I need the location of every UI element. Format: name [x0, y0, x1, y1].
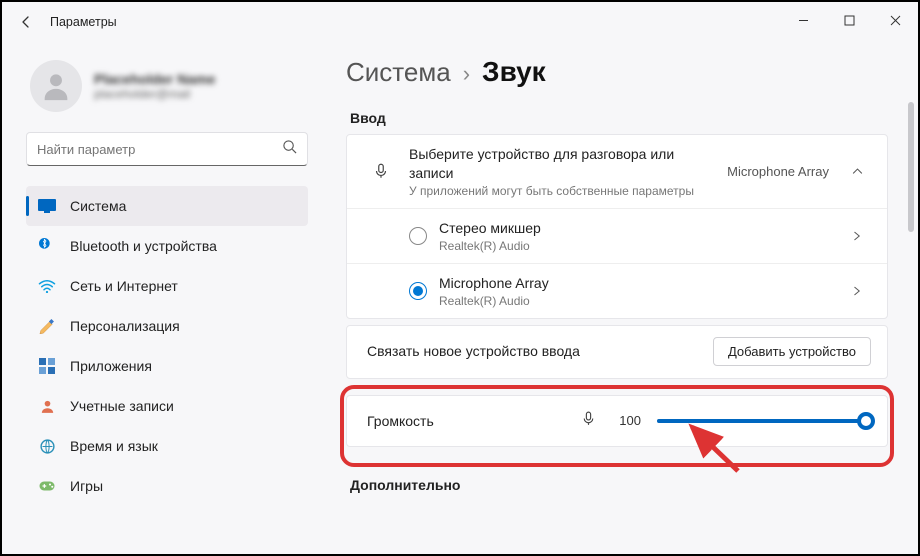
minimize-button[interactable] [780, 2, 826, 38]
nav-item-wifi[interactable]: Сеть и Интернет [26, 266, 308, 306]
link-new-device-label: Связать новое устройство ввода [367, 342, 699, 361]
main-content: Система › Звук Ввод Выберите устройство … [320, 42, 918, 554]
maximize-button[interactable] [826, 2, 872, 38]
wifi-icon [38, 277, 56, 295]
time-icon [38, 437, 56, 455]
input-device-card: Выберите устройство для разговора или за… [346, 134, 888, 319]
profile-block[interactable]: Placeholder Name placeholder@mail [26, 52, 308, 126]
nav-item-label: Учетные записи [70, 398, 174, 414]
nav-item-accounts[interactable]: Учетные записи [26, 386, 308, 426]
volume-slider[interactable] [657, 411, 867, 431]
close-button[interactable] [872, 2, 918, 38]
chevron-up-icon [843, 165, 871, 178]
nav-item-label: Приложения [70, 358, 152, 374]
volume-value: 100 [613, 413, 641, 428]
device-name: Стерео микшер [439, 219, 831, 238]
nav-item-label: Сеть и Интернет [70, 278, 178, 294]
chevron-right-icon [843, 230, 871, 242]
avatar [30, 60, 82, 112]
input-device-selected: Microphone Array [727, 164, 829, 179]
section-advanced: Дополнительно [350, 477, 888, 493]
personalize-icon [38, 317, 56, 335]
search-input[interactable] [37, 142, 282, 157]
breadcrumb-current: Звук [482, 56, 546, 88]
microphone-icon [367, 162, 395, 180]
nav-item-games[interactable]: Игры [26, 466, 308, 506]
apps-icon [38, 357, 56, 375]
sidebar: Placeholder Name placeholder@mail Систем… [2, 42, 320, 554]
nav-item-time[interactable]: Время и язык [26, 426, 308, 466]
microphone-icon[interactable] [580, 410, 597, 432]
device-row[interactable]: Microphone ArrayRealtek(R) Audio [347, 263, 887, 318]
input-device-title: Выберите устройство для разговора или за… [409, 145, 713, 183]
scrollbar[interactable] [908, 102, 914, 232]
profile-email: placeholder@mail [94, 87, 215, 101]
device-name: Microphone Array [439, 274, 831, 293]
nav-item-apps[interactable]: Приложения [26, 346, 308, 386]
games-icon [38, 477, 56, 495]
slider-thumb[interactable] [857, 412, 875, 430]
radio-button[interactable] [409, 282, 427, 300]
volume-row: Громкость 100 [346, 395, 888, 447]
chevron-right-icon [843, 285, 871, 297]
back-button[interactable] [10, 6, 42, 38]
nav-item-label: Система [70, 198, 126, 214]
add-device-button[interactable]: Добавить устройство [713, 337, 871, 366]
nav-item-personalize[interactable]: Персонализация [26, 306, 308, 346]
nav-item-system[interactable]: Система [26, 186, 308, 226]
nav-item-label: Персонализация [70, 318, 180, 334]
system-icon [38, 197, 56, 215]
window-title: Параметры [50, 15, 117, 29]
volume-label: Громкость [367, 413, 564, 429]
device-driver: Realtek(R) Audio [439, 294, 831, 308]
link-new-device-card: Связать новое устройство ввода Добавить … [346, 325, 888, 379]
nav-item-label: Bluetooth и устройства [70, 238, 217, 254]
radio-button[interactable] [409, 227, 427, 245]
nav-item-label: Игры [70, 478, 103, 494]
nav-item-label: Время и язык [70, 438, 158, 454]
profile-name: Placeholder Name [94, 71, 215, 87]
input-device-header[interactable]: Выберите устройство для разговора или за… [347, 135, 887, 208]
title-bar: Параметры [2, 2, 918, 42]
nav-list: Система Bluetooth и устройства Сеть и Инте… [26, 186, 308, 506]
accounts-icon [38, 397, 56, 415]
breadcrumb-parent[interactable]: Система [346, 57, 451, 88]
search-icon [282, 139, 297, 159]
input-device-sub: У приложений могут быть собственные пара… [409, 184, 713, 198]
breadcrumb: Система › Звук [346, 56, 888, 88]
section-input: Ввод [350, 110, 888, 126]
nav-item-bluetooth[interactable]: Bluetooth и устройства [26, 226, 308, 266]
device-driver: Realtek(R) Audio [439, 239, 831, 253]
bluetooth-icon [38, 237, 56, 255]
device-row[interactable]: Стерео микшерRealtek(R) Audio [347, 208, 887, 263]
search-box[interactable] [26, 132, 308, 166]
breadcrumb-separator-icon: › [463, 61, 470, 87]
